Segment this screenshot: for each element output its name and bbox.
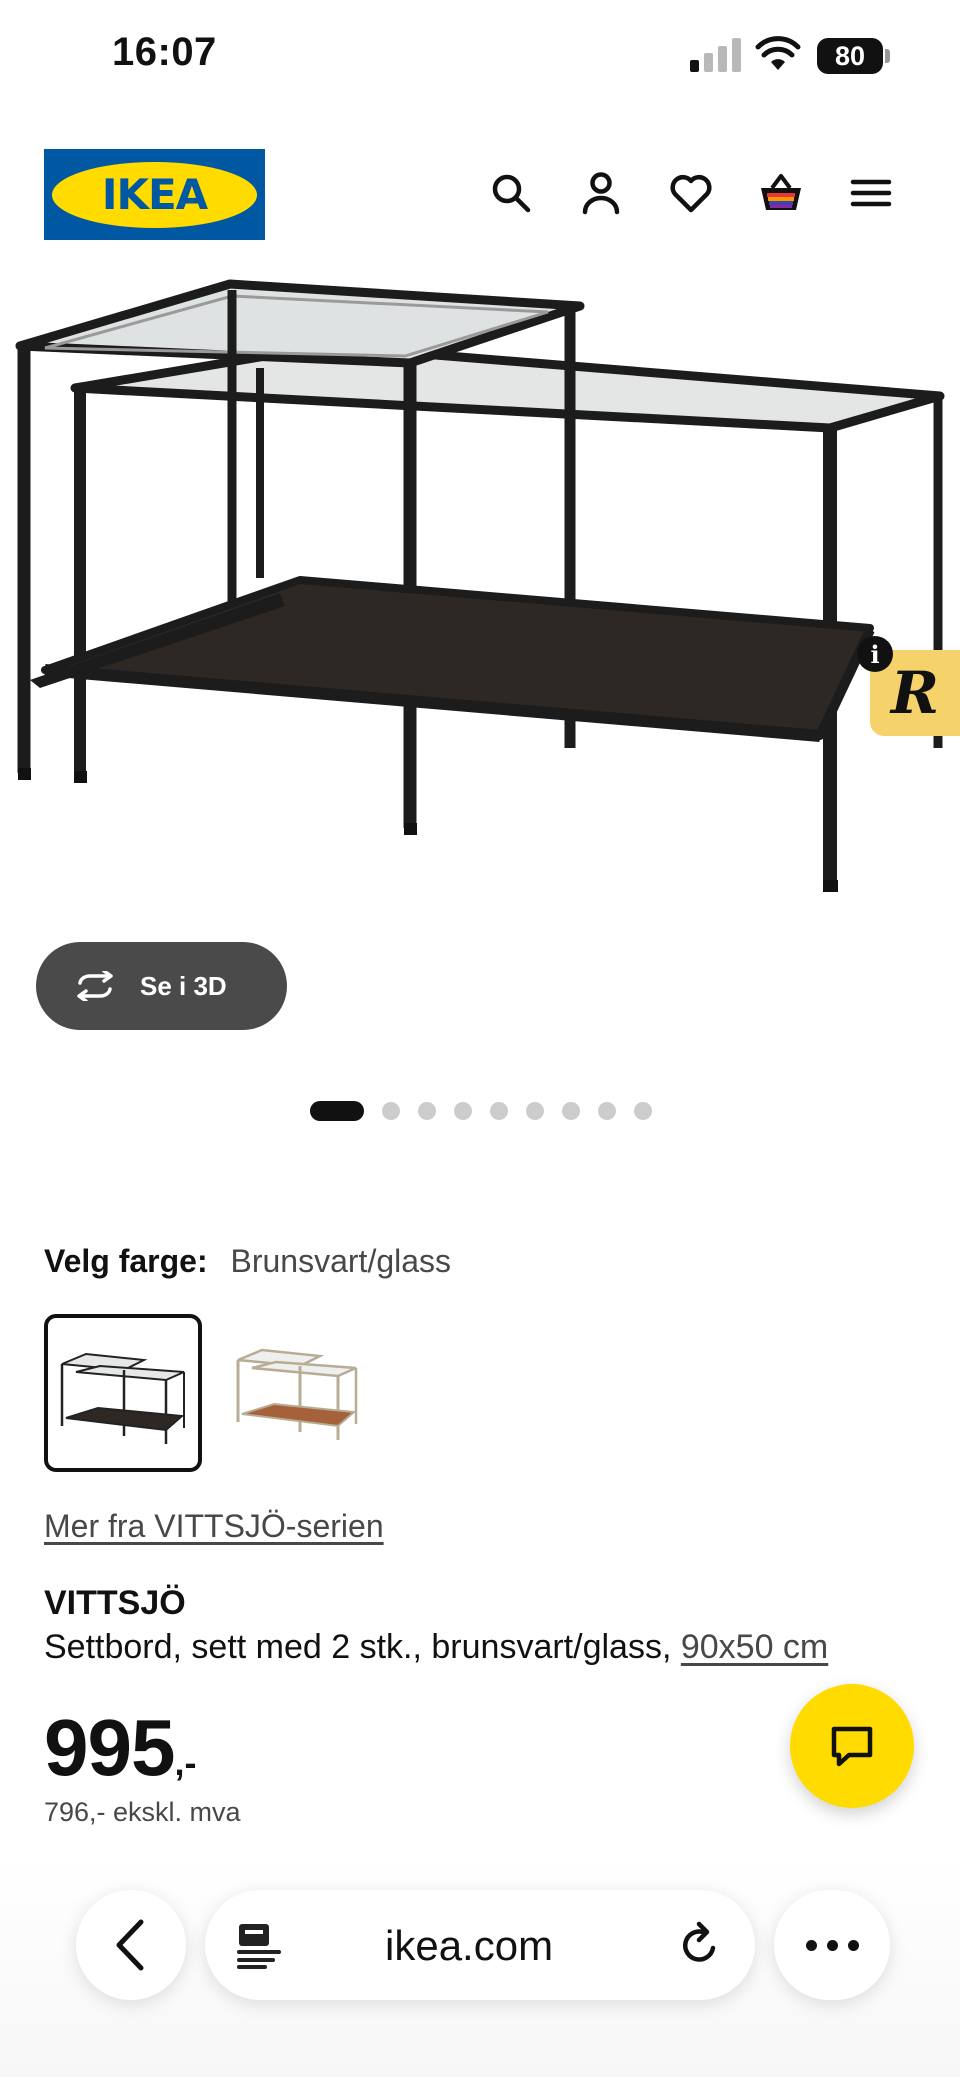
product-size-link[interactable]: 90x50 cm (681, 1628, 828, 1666)
price-excl-vat: 796,- ekskl. mva (44, 1797, 241, 1827)
product-description: Settbord, sett med 2 stk., brunsvart/gla… (44, 1628, 828, 1667)
logo-text: IKEA (101, 170, 208, 219)
rotate-3d-icon (77, 971, 113, 1001)
swatch-thumbnail (60, 1352, 185, 1444)
color-swatch-brunsvart[interactable] (44, 1314, 202, 1472)
swatch-thumbnail (236, 1348, 358, 1440)
carousel-dot[interactable] (634, 1102, 652, 1120)
product-price: 995 ,- (44, 1702, 196, 1794)
logo-oval: IKEA (52, 161, 257, 228)
color-swatch-beige[interactable] (222, 1314, 380, 1472)
heart-icon[interactable] (668, 170, 714, 216)
reload-icon[interactable] (675, 1920, 725, 1970)
more-dot (805, 1939, 817, 1951)
carousel-dot[interactable] (418, 1102, 436, 1120)
more-dot (826, 1939, 838, 1951)
battery-level: 80 (817, 38, 883, 74)
battery-indicator: 80 (817, 38, 891, 74)
account-icon[interactable] (578, 170, 624, 216)
carousel-dot[interactable] (562, 1102, 580, 1120)
more-dot (847, 1939, 859, 1951)
status-time: 16:07 (112, 30, 217, 74)
product-name: VITTSJÖ (44, 1584, 186, 1622)
carousel-dot[interactable] (490, 1102, 508, 1120)
battery-tip (885, 49, 890, 63)
chevron-left-icon (116, 1919, 144, 1971)
address-bar[interactable]: ikea.com (205, 1890, 755, 2000)
price-suffix: ,- (174, 1742, 197, 1783)
badge-letter: R (890, 659, 940, 727)
page-menu-icon[interactable] (235, 1920, 285, 1970)
price-amount: 995 (44, 1703, 175, 1792)
url-text: ikea.com (385, 1922, 554, 1969)
info-icon[interactable]: i (857, 636, 893, 672)
chat-button[interactable] (790, 1684, 914, 1808)
carousel-dot[interactable] (454, 1102, 472, 1120)
carousel-dot[interactable] (382, 1102, 400, 1120)
view-3d-label: Se i 3D (140, 970, 227, 1001)
more-options-button[interactable] (774, 1890, 890, 2000)
image-carousel-dots[interactable] (310, 1100, 652, 1122)
back-button[interactable] (76, 1890, 186, 2000)
cart-icon[interactable] (758, 170, 804, 216)
chat-icon (831, 1726, 873, 1767)
view-3d-button[interactable]: Se i 3D (36, 942, 287, 1030)
wifi-icon (755, 36, 801, 70)
ikea-logo[interactable]: IKEA (44, 149, 265, 240)
menu-icon[interactable] (848, 170, 894, 216)
search-icon[interactable] (488, 170, 534, 216)
carousel-dot[interactable] (526, 1102, 544, 1120)
carousel-dot[interactable] (310, 1101, 364, 1121)
color-value: Brunsvart/glass (230, 1243, 452, 1279)
product-image[interactable] (0, 268, 960, 938)
signal-icon (690, 38, 741, 72)
product-description-text: Settbord, sett med 2 stk., brunsvart/gla… (44, 1628, 672, 1666)
carousel-dot[interactable] (598, 1102, 616, 1120)
color-label: Velg farge: (44, 1243, 208, 1279)
series-link[interactable]: Mer fra VITTSJÖ-serien (44, 1508, 384, 1545)
color-selector-label: Velg farge: Brunsvart/glass (44, 1243, 451, 1280)
